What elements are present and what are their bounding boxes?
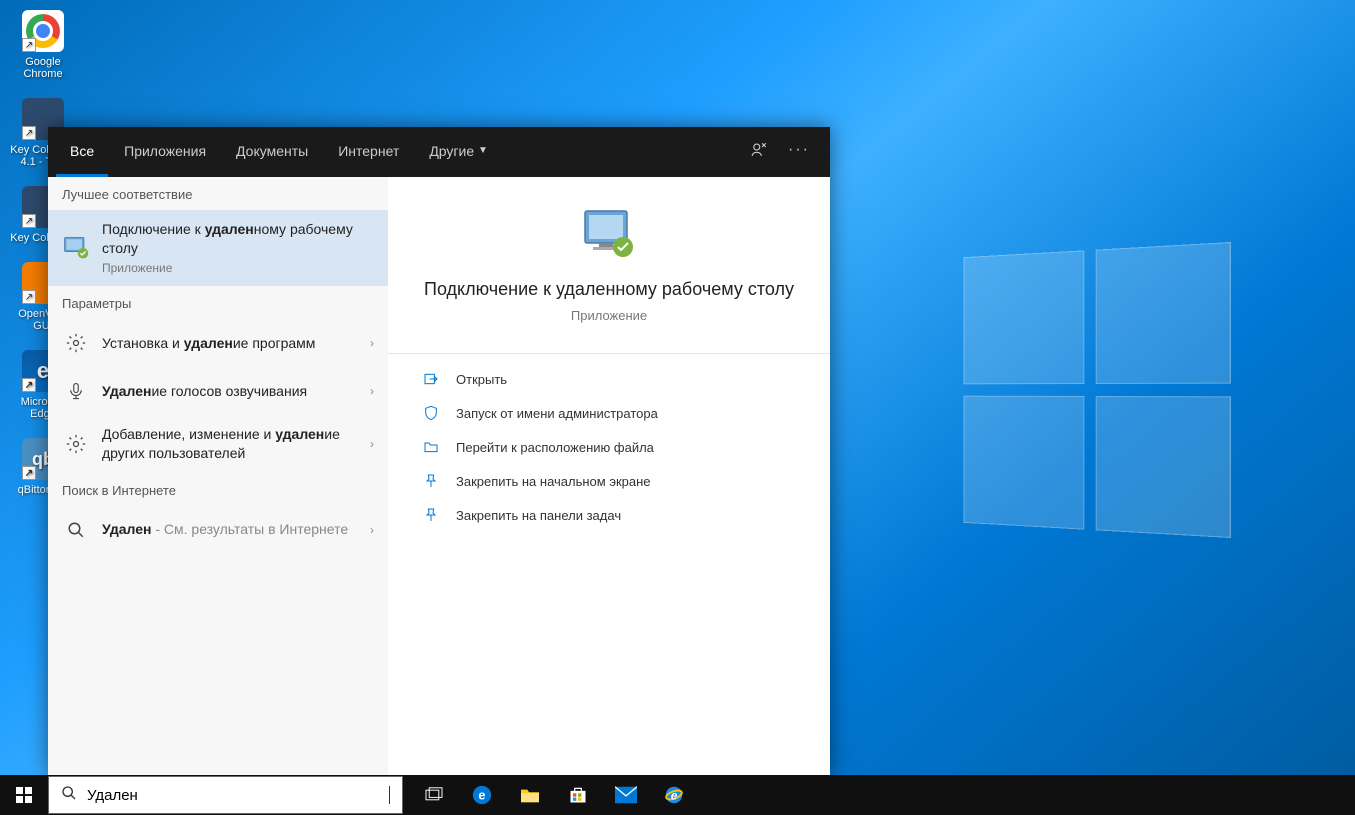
result-uninstall-programs[interactable]: Установка и удаление программ › [48,319,388,367]
gear-icon [62,329,90,357]
tab-documents[interactable]: Документы [222,127,322,177]
search-panel: Все Приложения Документы Интернет Другие… [48,127,830,775]
taskbar-mail[interactable] [603,775,649,815]
taskbar-ie[interactable]: e [651,775,697,815]
result-rdp[interactable]: Подключение к удаленному рабочему столу … [48,210,388,286]
action-open[interactable]: Открыть [418,362,800,396]
section-web-search: Поиск в Интернете [48,473,388,506]
search-results-list: Лучшее соответствие Подключение к удален… [48,177,388,775]
folder-icon [420,439,442,455]
action-label: Закрепить на панели задач [456,508,621,523]
desktop-icon-chrome[interactable]: ↗ Google Chrome [8,10,78,80]
action-label: Закрепить на начальном экране [456,474,651,489]
chrome-icon: ↗ [22,10,64,52]
preview-title: Подключение к удаленному рабочему столу [418,277,800,302]
rdp-icon [62,234,90,262]
chevron-down-icon: ▼ [478,145,488,156]
start-button[interactable] [0,775,48,815]
action-pin-to-taskbar[interactable]: Закрепить на панели задач [418,498,800,532]
open-icon [420,371,442,387]
chevron-right-icon: › [362,437,374,451]
taskbar-search-box[interactable] [48,776,403,814]
taskbar-file-explorer[interactable] [507,775,553,815]
pin-taskbar-icon [420,507,442,523]
chevron-right-icon: › [362,336,374,350]
result-web-search[interactable]: Удален - См. результаты в Интернете › [48,506,388,554]
task-view-button[interactable] [411,775,457,815]
search-tabs: Все Приложения Документы Интернет Другие… [56,127,502,177]
taskbar-edge[interactable]: e [459,775,505,815]
action-pin-to-start[interactable]: Закрепить на начальном экране [418,464,800,498]
divider [388,353,830,354]
section-best-match: Лучшее соответствие [48,177,388,210]
feedback-icon[interactable] [750,141,768,164]
more-icon[interactable]: ··· [788,141,810,164]
search-preview-pane: Подключение к удаленному рабочему столу … [388,177,830,775]
taskbar-store[interactable] [555,775,601,815]
windows-logo-wallpaper [964,242,1231,538]
svg-text:e: e [478,788,485,803]
tab-apps[interactable]: Приложения [110,127,220,177]
action-label: Перейти к расположению файла [456,440,654,455]
search-panel-header: Все Приложения Документы Интернет Другие… [48,127,830,177]
action-run-as-admin[interactable]: Запуск от имени администратора [418,396,800,430]
action-open-file-location[interactable]: Перейти к расположению файла [418,430,800,464]
chevron-right-icon: › [362,384,374,398]
shield-icon [420,405,442,421]
rdp-large-icon [579,207,639,259]
gear-icon [62,430,90,458]
action-label: Запуск от имени администратора [456,406,658,421]
tab-all[interactable]: Все [56,127,108,177]
result-remove-voices[interactable]: Удаление голосов озвучивания › [48,367,388,415]
search-icon [62,516,90,544]
result-manage-users[interactable]: Добавление, изменение и удаление других … [48,415,388,473]
search-icon [61,785,77,806]
taskbar: e e [0,775,1355,815]
preview-subtitle: Приложение [418,308,800,323]
action-label: Открыть [456,372,507,387]
windows-icon [16,787,32,803]
text-cursor [389,786,390,804]
desktop-icon-label: Google Chrome [8,56,78,80]
search-input[interactable] [87,787,389,804]
section-settings: Параметры [48,286,388,319]
pin-start-icon [420,473,442,489]
tab-other[interactable]: Другие ▼ [415,127,502,177]
mic-icon [62,377,90,405]
chevron-right-icon: › [362,523,374,537]
tab-internet[interactable]: Интернет [324,127,413,177]
svg-text:e: e [671,789,678,803]
